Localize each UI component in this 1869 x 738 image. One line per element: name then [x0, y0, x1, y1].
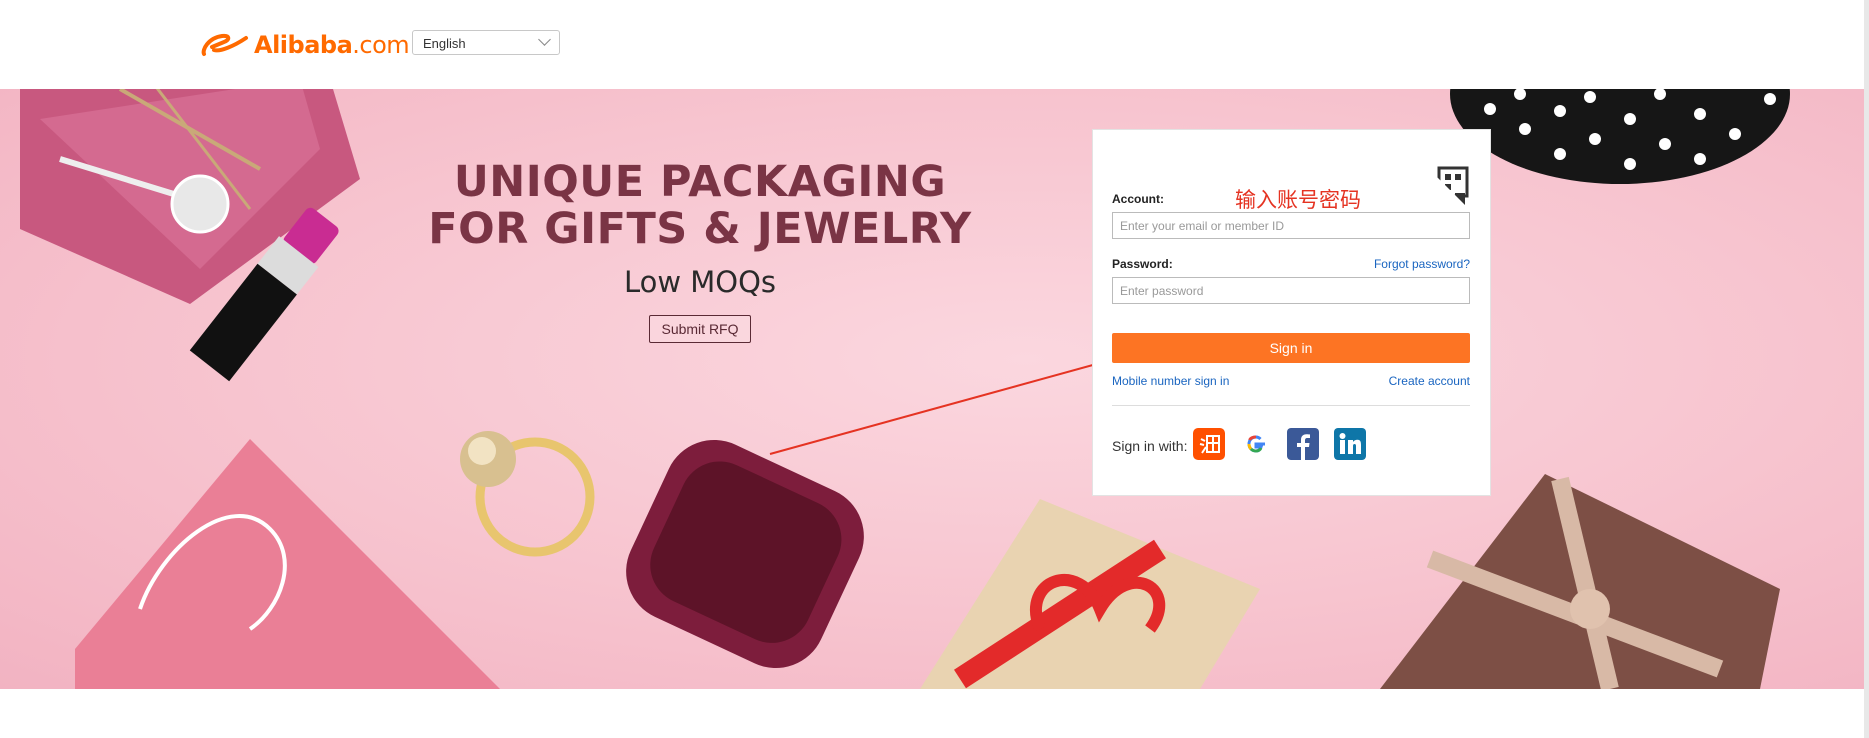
promo-block: UNIQUE PACKAGING FOR GIFTS & JEWELRY Low… [370, 159, 1030, 343]
divider [1112, 405, 1470, 406]
footer-column-heading [202, 729, 206, 738]
account-label: Account: [1112, 192, 1164, 206]
google-icon[interactable] [1240, 428, 1272, 460]
mobile-sign-in-link[interactable]: Mobile number sign in [1112, 374, 1229, 388]
sign-in-button[interactable]: Sign in [1112, 333, 1470, 363]
alibaba-logo[interactable]: Alibaba.com [200, 28, 410, 62]
alibaba-logo-icon [201, 33, 248, 56]
ribbon-gift-image [920, 499, 1260, 689]
footer-section [0, 689, 1864, 738]
annotation-text: 输入账号密码 [1235, 189, 1361, 212]
facebook-icon[interactable] [1287, 428, 1319, 460]
language-select[interactable]: English [412, 30, 560, 55]
polka-dot-box-image [1450, 89, 1790, 184]
promo-title: UNIQUE PACKAGING FOR GIFTS & JEWELRY [428, 157, 972, 254]
forgot-password-link[interactable]: Forgot password? [1374, 257, 1470, 271]
chevron-down-icon [538, 33, 551, 46]
shopping-bag-image [75, 439, 500, 689]
page-scrollbar[interactable] [1864, 0, 1869, 738]
password-input[interactable]: Enter password [1112, 277, 1470, 304]
jewelry-box-image [626, 439, 864, 669]
taobao-icon[interactable] [1193, 428, 1225, 460]
password-label: Password: [1112, 257, 1173, 271]
hero-banner: UNIQUE PACKAGING FOR GIFTS & JEWELRY Low… [0, 89, 1864, 689]
linkedin-icon[interactable] [1334, 428, 1366, 460]
qr-code-icon[interactable] [1425, 165, 1470, 210]
create-account-link[interactable]: Create account [1389, 374, 1470, 388]
submit-rfq-button[interactable]: Submit RFQ [649, 315, 751, 343]
account-input[interactable]: Enter your email or member ID [1112, 212, 1470, 239]
ring-image [460, 431, 595, 557]
logo-text: Alibaba.com [254, 31, 410, 59]
login-panel: Account: 输入账号密码 Enter your email or memb… [1092, 129, 1491, 496]
top-header: Alibaba.com English [0, 0, 1869, 89]
sign-in-with-label: Sign in with: [1112, 438, 1188, 454]
language-value: English [423, 36, 466, 51]
brown-gift-image [1380, 474, 1780, 689]
promo-subtitle: Low MOQs [623, 265, 777, 299]
